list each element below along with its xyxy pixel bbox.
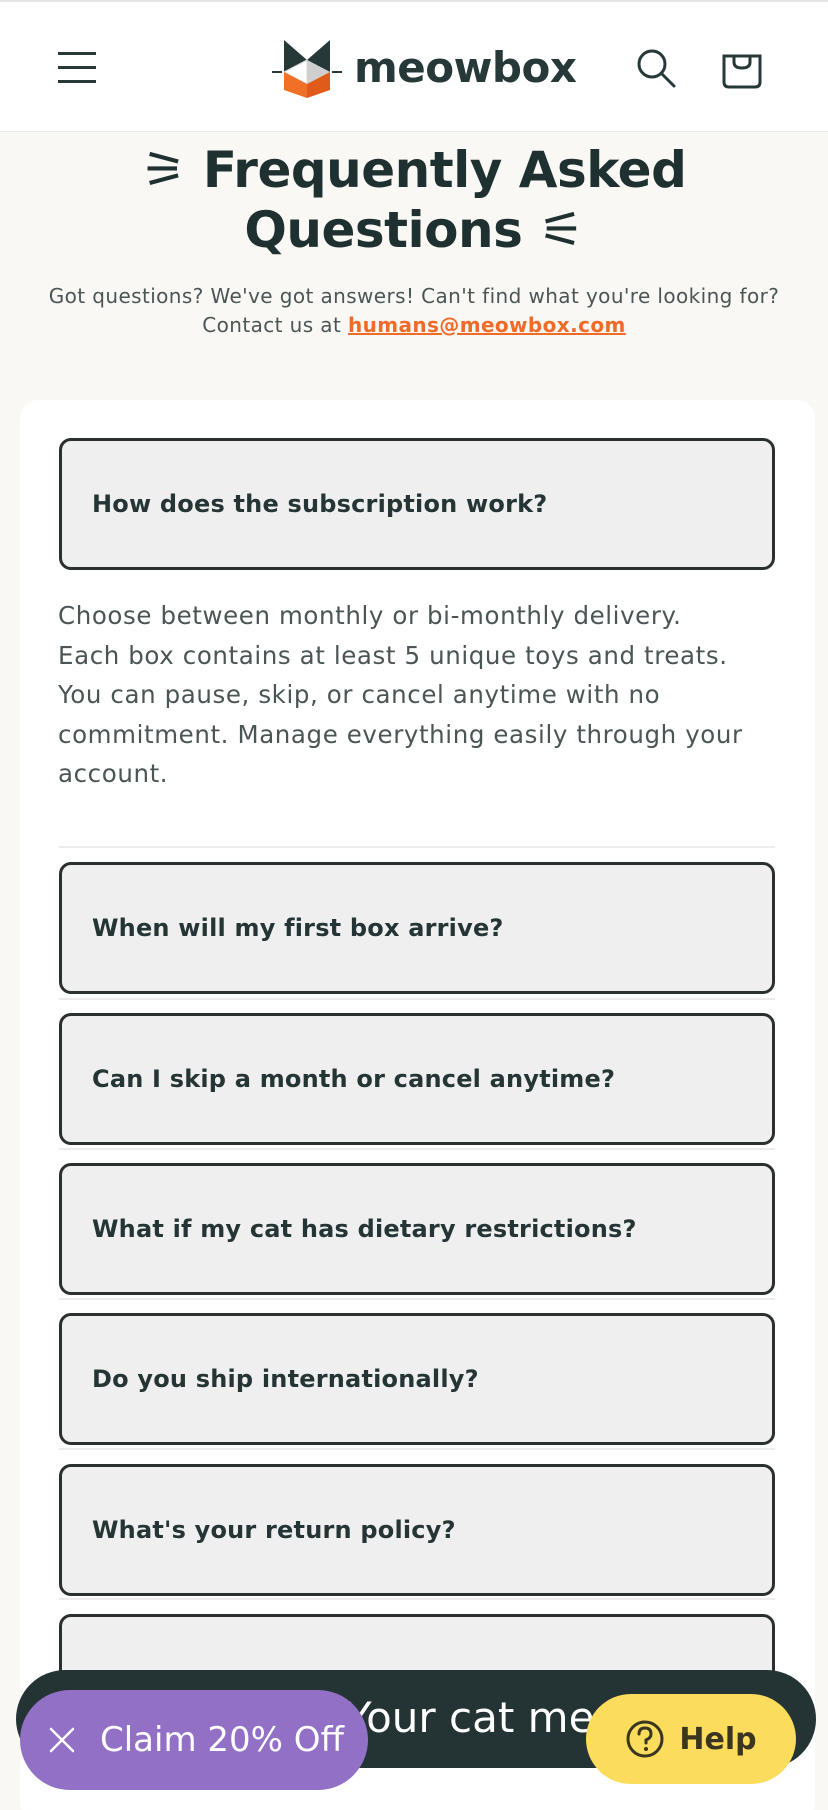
faq-divider: [59, 1148, 775, 1150]
faq-divider: [59, 1448, 775, 1450]
close-icon[interactable]: [48, 1726, 76, 1754]
faq-divider: [59, 998, 775, 1000]
faq-item-international[interactable]: Do you ship internationally?: [59, 1313, 775, 1445]
hamburger-menu-icon[interactable]: [52, 42, 104, 94]
answer-line: You can pause, skip, or cancel anytime w…: [58, 680, 661, 709]
faq-item-subscription[interactable]: How does the subscription work?: [59, 438, 775, 570]
question-circle-icon: [625, 1719, 665, 1759]
faq-item-skip-cancel[interactable]: Can I skip a month or cancel anytime?: [59, 1013, 775, 1145]
faq-divider: [59, 1298, 775, 1300]
faq-question: Do you ship internationally?: [92, 1365, 479, 1393]
faq-question: How does the subscription work?: [92, 490, 548, 518]
contact-email-link[interactable]: humans@meowbox.com: [348, 313, 626, 337]
faq-item-dietary[interactable]: What if my cat has dietary restrictions?: [59, 1163, 775, 1295]
faq-question: When will my first box arrive?: [92, 914, 504, 942]
page-title: ⚞ Frequently Asked Questions ⚟: [40, 140, 788, 260]
site-header: meowbox: [0, 0, 828, 132]
answer-line: account.: [58, 759, 169, 788]
faq-divider: [59, 846, 775, 848]
answer-line: Each box contains at least 5 unique toys…: [58, 640, 728, 670]
faq-question: What's your return policy?: [92, 1516, 456, 1544]
answer-line: Choose between monthly or bi-monthly del…: [58, 601, 682, 630]
faq-divider: [59, 1598, 775, 1600]
faq-answer-subscription: Choose between monthly or bi-monthly del…: [58, 596, 758, 794]
claim-discount-button[interactable]: Claim 20% Off: [20, 1690, 368, 1790]
faq-item-first-box[interactable]: When will my first box arrive?: [59, 862, 775, 994]
answer-line: commitment. Manage everything easily thr…: [58, 719, 743, 749]
page-title-line-2: Questions ⚟: [244, 201, 584, 259]
brand-logo[interactable]: meowbox: [270, 32, 577, 102]
page-title-line-1: ⚞ Frequently Asked: [141, 141, 687, 199]
claim-discount-label: Claim 20% Off: [100, 1720, 344, 1760]
help-label: Help: [679, 1721, 757, 1757]
shopping-bag-icon[interactable]: [716, 40, 768, 96]
help-button[interactable]: Help: [586, 1694, 796, 1784]
brand-name: meowbox: [354, 42, 577, 92]
faq-item-return-policy[interactable]: What's your return policy?: [59, 1464, 775, 1596]
cat-logo-icon: [272, 40, 342, 98]
search-icon[interactable]: [630, 42, 682, 94]
page-subtitle: Got questions? We've got answers! Can't …: [14, 282, 814, 340]
faq-question: Can I skip a month or cancel anytime?: [92, 1065, 616, 1093]
faq-question: What if my cat has dietary restrictions?: [92, 1215, 637, 1243]
